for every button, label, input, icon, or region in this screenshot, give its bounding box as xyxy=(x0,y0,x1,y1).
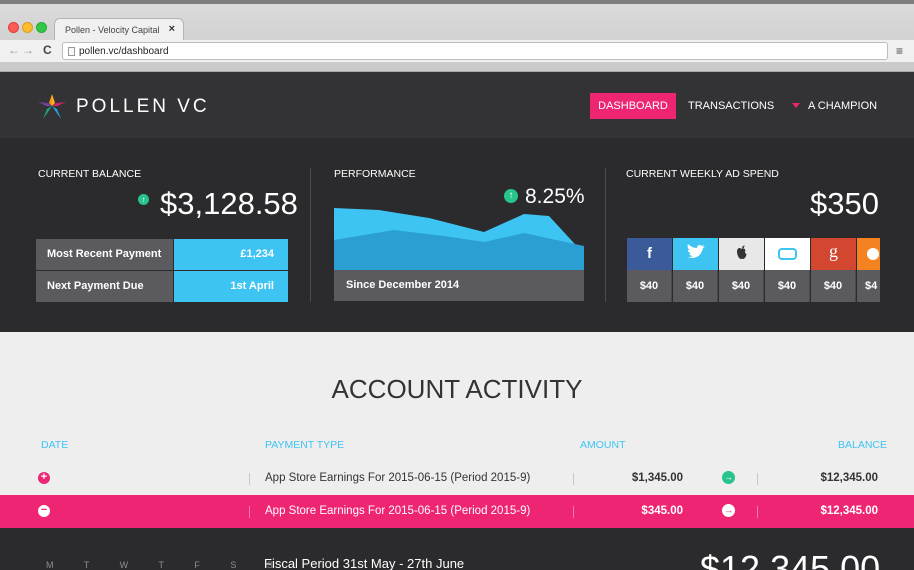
apple-icon[interactable] xyxy=(719,238,764,270)
balance-up-icon: ↑ xyxy=(138,194,149,205)
row-balance: $12,345.00 xyxy=(820,472,878,484)
back-arrow-icon[interactable]: ← xyxy=(8,43,20,57)
fiscal-period-total: $12,345.00 xyxy=(700,548,881,570)
facebook-spend: $40 xyxy=(627,270,672,302)
column-header-date[interactable]: DATE xyxy=(41,439,68,451)
row-balance: $12,345.00 xyxy=(820,505,878,517)
nav-dashboard[interactable]: DASHBOARD xyxy=(590,93,676,119)
facebook-glyph: f xyxy=(647,245,652,262)
current-balance-value: $3,128.58 xyxy=(160,186,298,221)
forward-arrow-icon[interactable]: → xyxy=(22,43,34,57)
weekly-ad-spend-value: $350 xyxy=(810,186,879,221)
collapse-row-icon[interactable]: − xyxy=(38,505,50,517)
maximize-window-button[interactable] xyxy=(36,22,47,33)
app-channel-spend: $40 xyxy=(765,270,810,302)
google-glyph: g xyxy=(829,241,838,261)
table-row[interactable]: + App Store Earnings For 2015-06-15 (Per… xyxy=(0,462,914,495)
account-activity-section: ACCOUNT ACTIVITY DATE PAYMENT TYPE AMOUN… xyxy=(0,332,914,528)
address-bar-url: pollen.vc/dashboard xyxy=(79,46,169,57)
row-payment-type: App Store Earnings For 2015-06-15 (Perio… xyxy=(265,472,531,484)
most-recent-payment-row: Most Recent Payment £1,234 xyxy=(36,239,288,270)
facebook-icon[interactable]: f xyxy=(627,238,672,270)
google-icon[interactable]: g xyxy=(811,238,856,270)
app-channel-icon[interactable] xyxy=(765,238,810,270)
column-separator xyxy=(757,506,758,518)
other-channel-icon[interactable] xyxy=(857,238,880,270)
expand-row-icon[interactable]: + xyxy=(38,472,50,484)
nav-transactions[interactable]: TRANSACTIONS xyxy=(688,100,774,112)
row-arrow-right-icon[interactable]: → xyxy=(722,471,735,484)
minimize-window-button[interactable] xyxy=(22,22,33,33)
column-separator xyxy=(249,473,250,485)
column-header-payment-type[interactable]: PAYMENT TYPE xyxy=(265,439,344,451)
weekly-ad-spend-label: CURRENT WEEKLY AD SPEND xyxy=(626,168,779,180)
most-recent-payment-value: £1,234 xyxy=(174,239,288,270)
current-balance-label: CURRENT BALANCE xyxy=(38,168,142,180)
twitter-icon[interactable] xyxy=(673,238,718,270)
stats-divider xyxy=(605,168,606,302)
stats-divider xyxy=(310,168,311,302)
pollen-logo-icon xyxy=(38,94,66,119)
row-amount: $345.00 xyxy=(641,505,683,517)
other-channel-spend: $4 xyxy=(857,270,880,302)
apple-logo-icon xyxy=(737,245,747,259)
column-header-balance[interactable]: BALANCE xyxy=(838,439,887,451)
window-top-border xyxy=(0,0,914,4)
google-spend: $40 xyxy=(811,270,856,302)
close-window-button[interactable] xyxy=(8,22,19,33)
column-separator xyxy=(249,506,250,518)
weekday-labels: M T W T F S S xyxy=(46,560,287,570)
ad-channel-strip[interactable]: f g $40 $40 $40 $40 $40 $4 xyxy=(627,238,880,302)
tab-title: Pollen - Velocity Capital xyxy=(65,25,160,35)
performance-since: Since December 2014 xyxy=(334,270,584,301)
browser-tab[interactable]: Pollen - Velocity Capital × xyxy=(54,18,184,40)
stats-panel: CURRENT BALANCE ↑ $3,128.58 Most Recent … xyxy=(0,138,914,332)
other-channel-glyph-icon xyxy=(867,248,879,260)
next-payment-due-row: Next Payment Due 1st April xyxy=(36,271,288,302)
apple-spend: $40 xyxy=(719,270,764,302)
browser-chrome: Pollen - Velocity Capital × ← → C pollen… xyxy=(0,0,914,72)
browser-toolbar: ← → C pollen.vc/dashboard ≡ xyxy=(0,40,914,62)
row-arrow-right-icon[interactable]: → xyxy=(722,504,735,517)
user-dropdown-caret-icon[interactable] xyxy=(792,103,800,108)
row-amount: $1,345.00 xyxy=(631,472,683,484)
page-icon xyxy=(68,47,75,56)
performance-sparkline xyxy=(334,208,584,270)
nav-user-menu[interactable]: A CHAMPION xyxy=(808,100,877,112)
browser-menu-icon[interactable]: ≡ xyxy=(896,44,903,58)
column-header-amount[interactable]: AMOUNT xyxy=(580,439,626,451)
performance-label: PERFORMANCE xyxy=(334,168,416,180)
most-recent-payment-label: Most Recent Payment xyxy=(36,239,173,270)
row-payment-type: App Store Earnings For 2015-06-15 (Perio… xyxy=(265,505,531,517)
address-bar[interactable]: pollen.vc/dashboard xyxy=(62,42,888,60)
fiscal-period-label: Fiscal Period 31st May - 27th June xyxy=(264,556,465,570)
table-row-selected[interactable]: − App Store Earnings For 2015-06-15 (Per… xyxy=(0,495,914,528)
tab-close-icon[interactable]: × xyxy=(169,23,175,35)
twitter-spend: $40 xyxy=(673,270,718,302)
row-detail-panel: M T W T F S S Fiscal Period 31st May - 2… xyxy=(0,528,914,570)
account-activity-title: ACCOUNT ACTIVITY xyxy=(331,374,583,404)
twitter-bird-icon xyxy=(687,244,705,258)
brand-name[interactable]: POLLEN VC xyxy=(76,96,210,118)
column-separator xyxy=(757,473,758,485)
app-header: POLLEN VC DASHBOARD TRANSACTIONS A CHAMP… xyxy=(0,72,914,138)
app-outline-icon xyxy=(778,248,797,260)
next-payment-due-label: Next Payment Due xyxy=(36,271,173,302)
next-payment-due-value: 1st April xyxy=(174,271,288,302)
reload-icon[interactable]: C xyxy=(43,43,52,57)
